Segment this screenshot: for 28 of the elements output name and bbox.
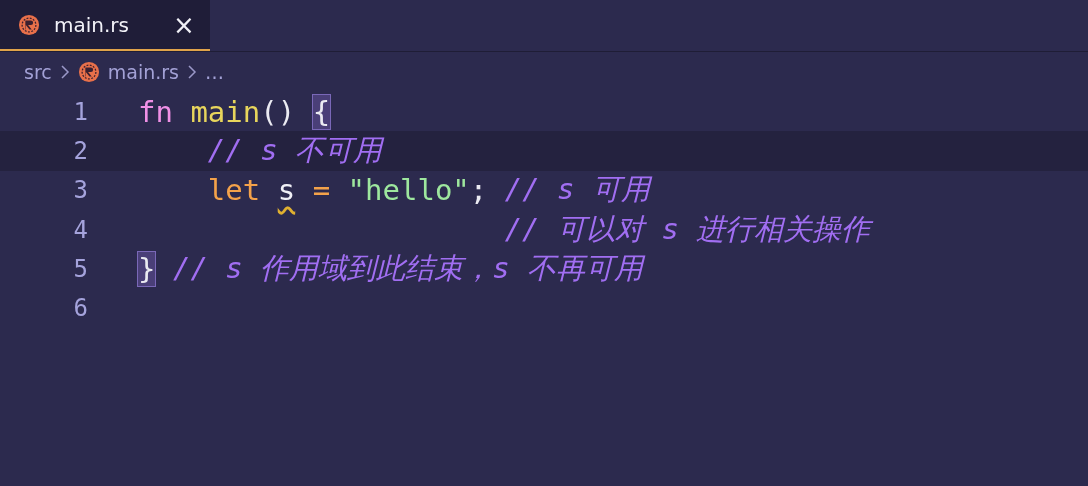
close-button[interactable]: × [173,9,195,40]
matched-bracket: } [138,251,156,286]
keyword: let [207,173,261,208]
breadcrumb-item[interactable]: … [205,62,224,82]
line-number: 5 [72,254,88,283]
punctuation: ; [469,173,488,208]
keyword: fn [138,94,173,129]
line-number: 6 [72,294,88,323]
matched-bracket: { [312,94,331,129]
line-number: 3 [72,176,88,205]
code-comment: // s 作用域到此结束，s 不再可用 [172,249,644,287]
string-literal: "hello" [347,173,470,208]
operator: = [312,173,331,208]
punctuation: () [260,94,296,129]
line-number: 1 [72,97,88,126]
editor-tab[interactable]: main.rs × [0,0,210,51]
line-number: 4 [72,215,88,244]
function-name: main [190,94,261,129]
code-comment: // s 可用 [504,171,651,209]
breadcrumb-item[interactable]: src [24,62,52,82]
code-comment: // s 不可用 [207,131,383,169]
gear-icon [18,13,40,36]
line-number: 2 [72,136,88,165]
variable-name: s [277,173,296,208]
gear-icon [77,61,100,83]
chevron-right-icon [59,64,70,80]
chevron-right-icon [187,64,197,80]
breadcrumb-item[interactable]: main.rs [107,62,179,82]
